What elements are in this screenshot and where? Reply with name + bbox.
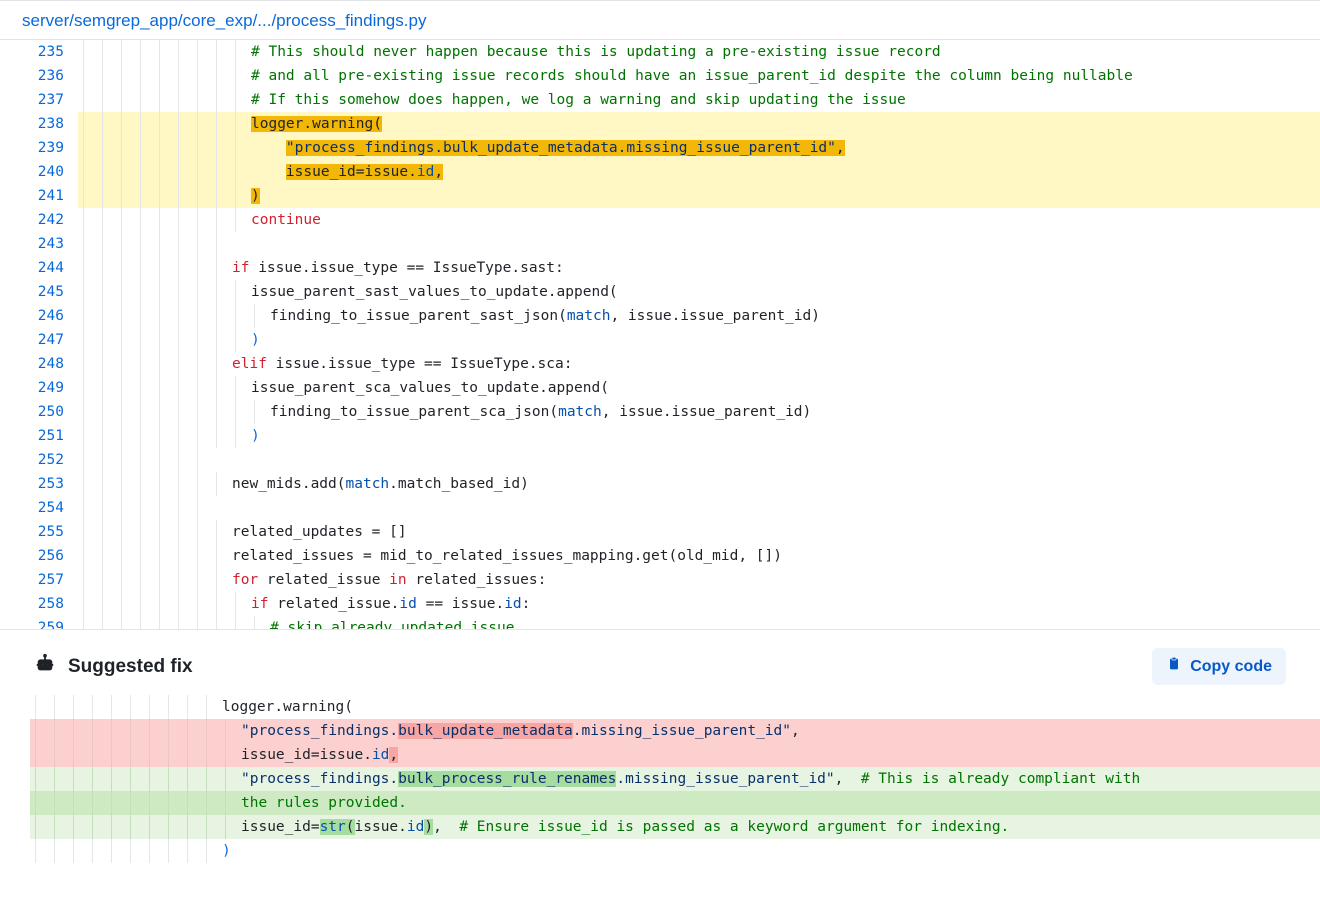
line-number: 236 — [0, 64, 78, 88]
line-number: 249 — [0, 376, 78, 400]
code-line: 235# This should never happen because th… — [0, 40, 1320, 64]
code-line: 240 issue_id=issue.id, — [0, 160, 1320, 184]
line-number: 248 — [0, 352, 78, 376]
code-line: 246finding_to_issue_parent_sast_json(mat… — [0, 304, 1320, 328]
line-number: 246 — [0, 304, 78, 328]
code-line: 248elif issue.issue_type == IssueType.sc… — [0, 352, 1320, 376]
code-line: 245issue_parent_sast_values_to_update.ap… — [0, 280, 1320, 304]
line-number: 251 — [0, 424, 78, 448]
code-viewer: 235# This should never happen because th… — [0, 40, 1320, 630]
line-number: 239 — [0, 136, 78, 160]
code-line: 259# skip already updated issue — [0, 616, 1320, 630]
copy-code-label: Copy code — [1190, 658, 1272, 676]
code-line: 236# and all pre-existing issue records … — [0, 64, 1320, 88]
code-line: 247) — [0, 328, 1320, 352]
line-number: 250 — [0, 400, 78, 424]
code-line: 242continue — [0, 208, 1320, 232]
diff-viewer: logger.warning("process_findings.bulk_up… — [0, 695, 1320, 873]
code-line: 255related_updates = [] — [0, 520, 1320, 544]
line-number: 237 — [0, 88, 78, 112]
line-number: 244 — [0, 256, 78, 280]
code-line: 243 — [0, 232, 1320, 256]
line-number: 257 — [0, 568, 78, 592]
line-number: 256 — [0, 544, 78, 568]
suggested-fix-title: Suggested fix — [68, 656, 193, 678]
code-line: 250finding_to_issue_parent_sca_json(matc… — [0, 400, 1320, 424]
line-number: 242 — [0, 208, 78, 232]
line-number: 235 — [0, 40, 78, 64]
code-line: 244if issue.issue_type == IssueType.sast… — [0, 256, 1320, 280]
line-number: 258 — [0, 592, 78, 616]
code-line: 252 — [0, 448, 1320, 472]
diff-line: issue_id=str(issue.id), # Ensure issue_i… — [30, 815, 1320, 839]
code-line: 253new_mids.add(match.match_based_id) — [0, 472, 1320, 496]
code-line: 254 — [0, 496, 1320, 520]
line-number: 252 — [0, 448, 78, 472]
code-line: 239 "process_findings.bulk_update_metada… — [0, 136, 1320, 160]
line-number: 254 — [0, 496, 78, 520]
robot-icon — [34, 653, 56, 681]
diff-line: the rules provided. — [30, 791, 1320, 815]
diff-line: "process_findings.bulk_process_rule_rena… — [30, 767, 1320, 791]
diff-line: "process_findings.bulk_update_metadata.m… — [30, 719, 1320, 743]
code-line: 241) — [0, 184, 1320, 208]
line-number: 259 — [0, 616, 78, 630]
code-line: 238logger.warning( — [0, 112, 1320, 136]
code-line: 258if related_issue.id == issue.id: — [0, 592, 1320, 616]
line-number: 238 — [0, 112, 78, 136]
copy-code-button[interactable]: Copy code — [1152, 648, 1286, 685]
breadcrumb: server/semgrep_app/core_exp/.../process_… — [0, 0, 1320, 40]
line-number: 247 — [0, 328, 78, 352]
code-line: 257for related_issue in related_issues: — [0, 568, 1320, 592]
line-number: 241 — [0, 184, 78, 208]
breadcrumb-link[interactable]: server/semgrep_app/core_exp/.../process_… — [22, 11, 426, 30]
line-number: 245 — [0, 280, 78, 304]
diff-line: logger.warning( — [30, 695, 1320, 719]
line-number: 253 — [0, 472, 78, 496]
code-line: 256related_issues = mid_to_related_issue… — [0, 544, 1320, 568]
clipboard-icon — [1166, 656, 1182, 677]
suggested-fix-header: Suggested fix Copy code — [0, 630, 1320, 695]
line-number: 243 — [0, 232, 78, 256]
code-line: 237# If this somehow does happen, we log… — [0, 88, 1320, 112]
diff-line: ) — [30, 839, 1320, 863]
code-line: 249issue_parent_sca_values_to_update.app… — [0, 376, 1320, 400]
line-number: 240 — [0, 160, 78, 184]
line-number: 255 — [0, 520, 78, 544]
code-line: 251) — [0, 424, 1320, 448]
diff-line: issue_id=issue.id, — [30, 743, 1320, 767]
